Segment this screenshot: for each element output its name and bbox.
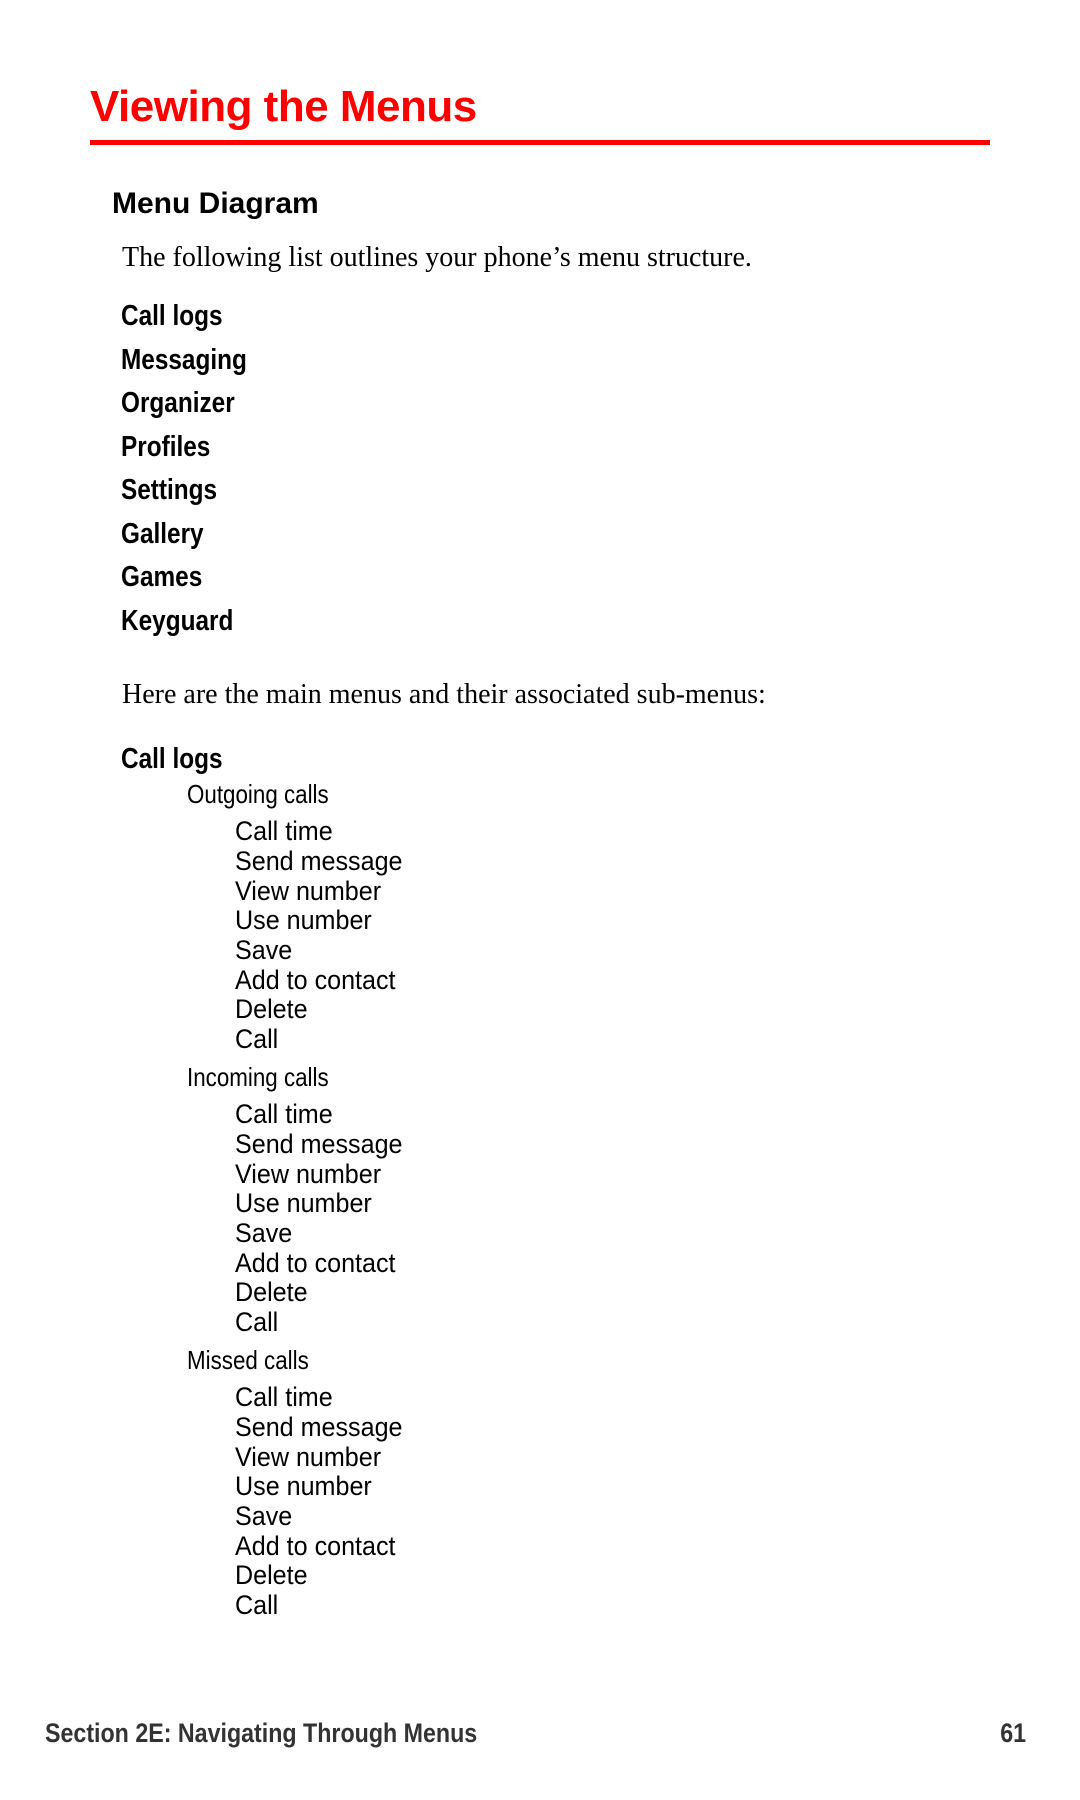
submenu-item: Send message (235, 1411, 403, 1442)
submenu-item: Use number (235, 1471, 372, 1502)
submenu-item: View number (235, 1158, 382, 1189)
main-menu-item: Gallery (121, 517, 204, 550)
intro-text: The following list outlines your phone’s… (122, 242, 752, 273)
footer-page-number: 61 (1000, 1718, 1026, 1748)
main-menu-item: Settings (121, 474, 218, 506)
submenu-item: Add to contact (235, 1530, 396, 1561)
submenu-item: Delete (235, 994, 308, 1025)
submenu-item: Use number (235, 1188, 372, 1219)
submenu-item: Save (235, 1500, 293, 1531)
submenu-group-label: Outgoing calls (187, 779, 329, 810)
footer-section-title: Section 2E: Navigating Through Menus (45, 1718, 478, 1748)
submenu-item: Save (235, 934, 293, 965)
submenu-item: Call time (235, 1382, 333, 1413)
submenu-item: Call (235, 1024, 279, 1055)
section-heading: Menu Diagram (112, 187, 319, 220)
submenu-item: Add to contact (235, 964, 396, 995)
submenu-item: Delete (235, 1560, 308, 1591)
main-menu-item: Keyguard (121, 604, 234, 637)
submenu-item: Call time (235, 1099, 333, 1130)
submenu-group-label: Missed calls (187, 1345, 309, 1376)
main-menu-item: Call logs (121, 300, 223, 332)
submenu-item: Call time (235, 816, 333, 847)
submenu-intro-text: Here are the main menus and their associ… (122, 679, 766, 710)
submenu-item: Save (235, 1217, 293, 1248)
submenu-item: Call (235, 1307, 279, 1338)
main-menu-item: Profiles (121, 430, 211, 463)
submenu-item: Send message (235, 1128, 403, 1159)
submenu-item: View number (235, 875, 382, 906)
submenu-item: Use number (235, 905, 372, 936)
submenu-item: View number (235, 1441, 382, 1472)
title-rule-divider (90, 140, 990, 145)
submenu-group-label: Incoming calls (187, 1062, 329, 1093)
submenu-item: Delete (235, 1277, 308, 1308)
main-menu-item: Messaging (121, 343, 247, 376)
submenu-item: Add to contact (235, 1247, 396, 1278)
submenu-item: Call (235, 1590, 279, 1621)
page-title: Viewing the Menus (90, 82, 477, 131)
detail-menu-heading: Call logs (121, 743, 223, 775)
submenu-item: Send message (235, 845, 403, 876)
main-menu-item: Organizer (121, 387, 235, 419)
main-menu-item: Games (121, 561, 203, 593)
